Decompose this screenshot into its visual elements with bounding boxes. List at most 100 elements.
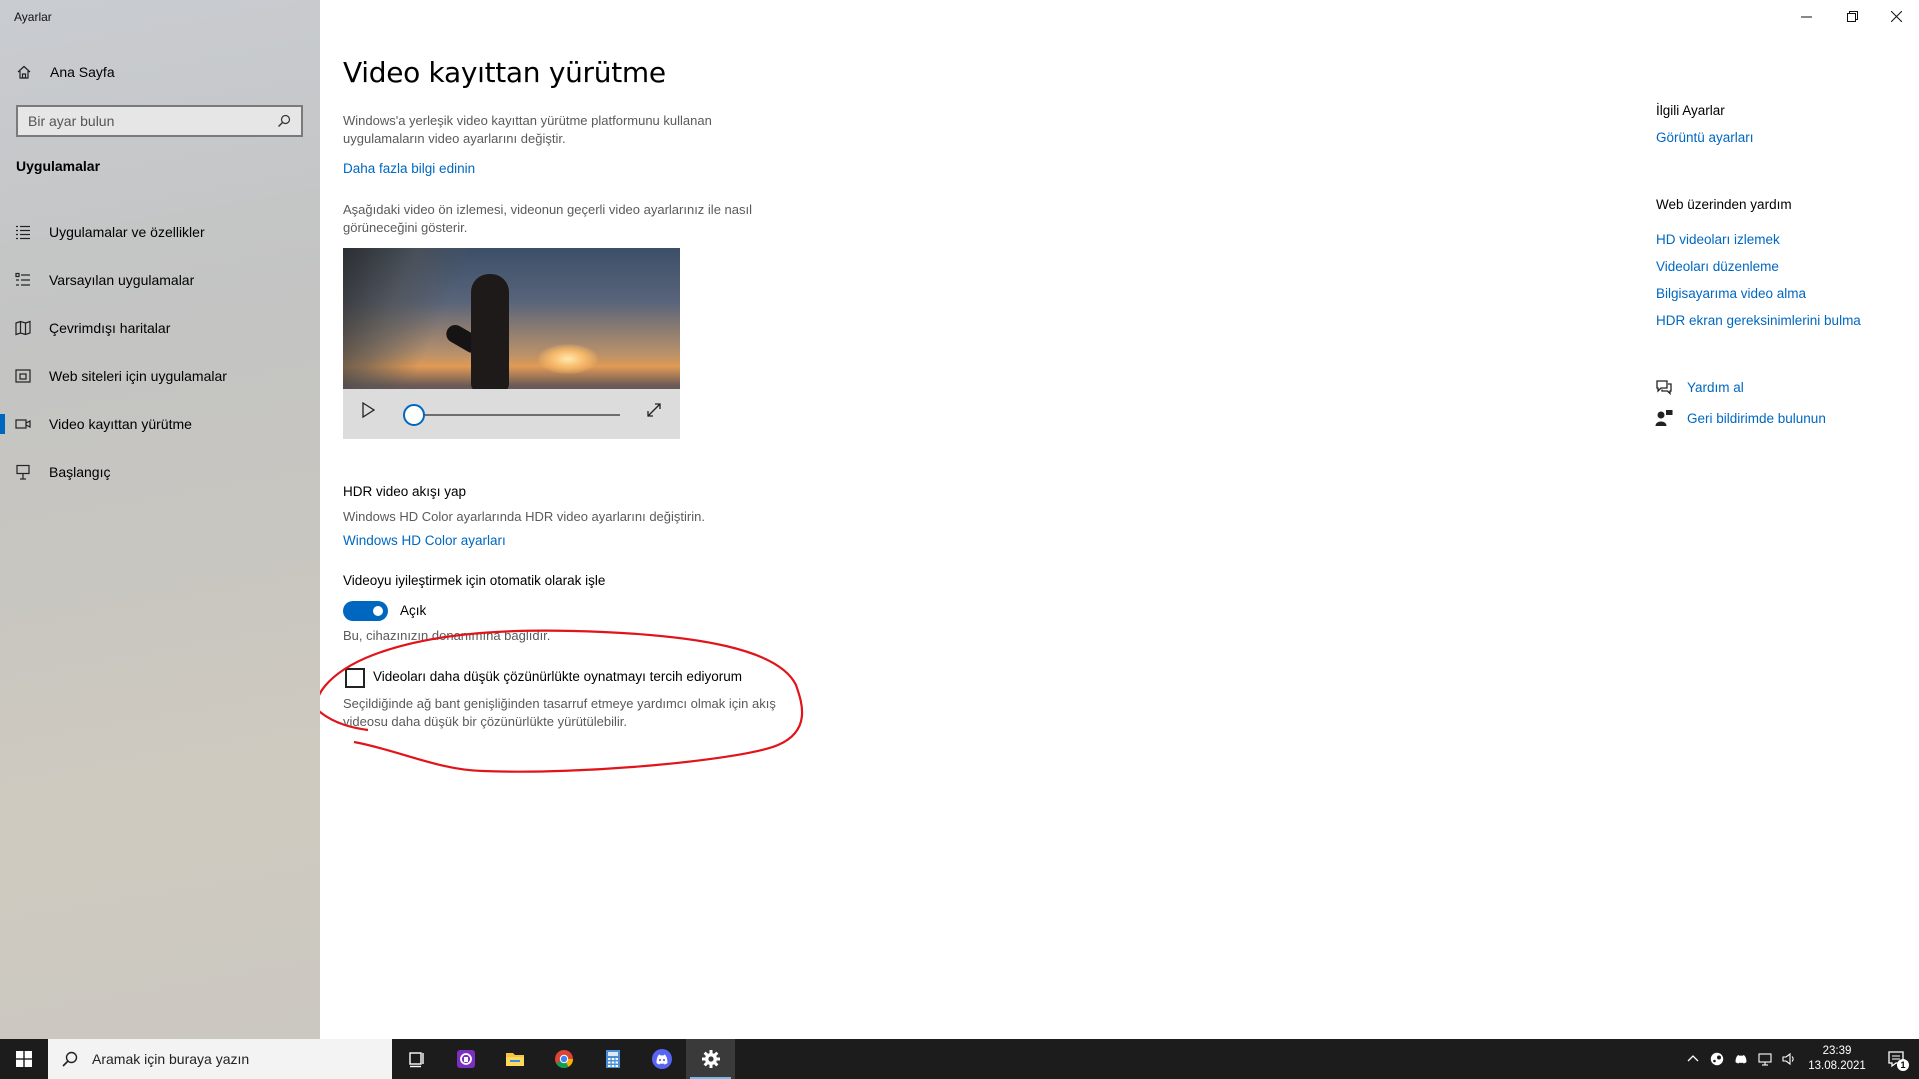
taskbar-chrome[interactable] <box>539 1039 588 1079</box>
intro-text: Windows'a yerleşik video kayıttan yürütm… <box>343 113 712 146</box>
web-help-link-edit[interactable]: Videoları düzenleme <box>1656 259 1779 274</box>
purple-app-icon <box>456 1050 475 1068</box>
volume-tray-button[interactable] <box>1777 1039 1801 1079</box>
web-help-link-hd[interactable]: HD videoları izlemek <box>1656 232 1780 247</box>
app-title: Ayarlar <box>14 10 52 24</box>
sidebar-item-label: Çevrimdışı haritalar <box>49 320 171 336</box>
taskbar-file-explorer[interactable] <box>490 1039 539 1079</box>
feedback-label: Geri bildirimde bulunun <box>1687 410 1826 426</box>
offline-maps-icon <box>15 320 31 336</box>
home-icon <box>17 65 31 79</box>
feedback-icon <box>1655 410 1673 426</box>
show-hidden-icons-button[interactable] <box>1681 1039 1705 1079</box>
sidebar-nav: Uygulamalar ve özellikler Varsayılan uyg… <box>0 208 320 496</box>
hdr-description: Windows HD Color ayarlarında HDR video a… <box>343 509 705 524</box>
sidebar-item-label: Varsayılan uygulamalar <box>49 272 195 288</box>
task-view-icon <box>408 1052 424 1068</box>
discord-tray-button[interactable] <box>1729 1039 1753 1079</box>
home-link[interactable]: Ana Sayfa <box>16 64 115 80</box>
preview-description: Aşağıdaki video ön izlemesi, videonun ge… <box>343 202 752 235</box>
system-tray: 23:39 13.08.2021 1 <box>1681 1039 1919 1079</box>
discord-tray-icon <box>1735 1055 1747 1064</box>
get-help-link[interactable]: Yardım al <box>1655 378 1744 396</box>
default-apps-icon <box>15 272 30 286</box>
page-title: Video kayıttan yürütme <box>343 56 666 89</box>
taskbar-settings[interactable] <box>686 1039 735 1079</box>
feedback-link[interactable]: Geri bildirimde bulunun <box>1655 409 1826 427</box>
video-preview <box>343 248 680 439</box>
search-icon <box>278 114 291 127</box>
sidebar-item-label: Web siteleri için uygulamalar <box>49 368 227 384</box>
taskbar-search-box[interactable]: Aramak için buraya yazın <box>48 1039 392 1079</box>
steam-icon <box>1710 1052 1724 1066</box>
calculator-icon <box>605 1050 620 1068</box>
toggle-knob <box>373 606 383 616</box>
low-resolution-label[interactable]: Videoları daha düşük çözünürlükte oynatm… <box>373 669 742 684</box>
video-controls <box>343 389 680 439</box>
main-content: Video kayıttan yürütme Windows'a yerleşi… <box>320 0 1919 1039</box>
video-playback-icon <box>15 419 31 429</box>
search-icon <box>62 1051 78 1067</box>
action-center-button[interactable]: 1 <box>1873 1039 1919 1079</box>
taskbar-clock[interactable]: 23:39 13.08.2021 <box>1801 1044 1873 1074</box>
hdr-settings-link[interactable]: Windows HD Color ayarları <box>343 533 506 548</box>
task-view-button[interactable] <box>392 1039 441 1079</box>
sidebar-item-video-playback[interactable]: Video kayıttan yürütme <box>0 400 320 448</box>
clock-date: 13.08.2021 <box>1808 1060 1866 1072</box>
sidebar-item-label: Uygulamalar ve özellikler <box>49 224 205 240</box>
apps-list-icon <box>16 225 30 240</box>
section-title: Uygulamalar <box>16 158 101 174</box>
play-icon[interactable] <box>361 402 375 418</box>
chrome-icon <box>554 1050 573 1069</box>
sidebar-item-label: Video kayıttan yürütme <box>49 416 192 432</box>
sidebar-item-apps-features[interactable]: Uygulamalar ve özellikler <box>0 208 320 256</box>
sidebar-item-web-apps[interactable]: Web siteleri için uygulamalar <box>0 352 320 400</box>
web-help-link-import[interactable]: Bilgisayarıma video alma <box>1656 286 1806 301</box>
windows-logo-icon <box>16 1051 32 1067</box>
web-apps-icon <box>15 369 31 383</box>
start-button[interactable] <box>0 1039 48 1079</box>
toggle-state-label: Açık <box>400 603 427 618</box>
low-resolution-description: Seçildiğinde ağ bant genişliğinden tasar… <box>343 696 776 729</box>
taskbar-app-purple[interactable] <box>441 1039 490 1079</box>
discord-icon <box>651 1049 672 1069</box>
restore-icon <box>1846 10 1858 22</box>
gear-icon <box>701 1050 720 1068</box>
display-settings-link[interactable]: Görüntü ayarları <box>1656 130 1754 145</box>
sidebar: Ayarlar Ana Sayfa Bir ayar bulun Uygulam… <box>0 0 320 1039</box>
close-button[interactable] <box>1873 0 1919 32</box>
speaker-icon <box>1782 1052 1794 1066</box>
learn-more-link[interactable]: Daha fazla bilgi edinin <box>343 161 475 176</box>
home-label: Ana Sayfa <box>50 64 115 80</box>
fullscreen-icon[interactable] <box>646 402 662 418</box>
taskbar-search-placeholder: Aramak için buraya yazın <box>92 1051 250 1067</box>
network-tray-button[interactable] <box>1753 1039 1777 1079</box>
sidebar-item-startup[interactable]: Başlangıç <box>0 448 320 496</box>
get-help-label: Yardım al <box>1687 379 1744 395</box>
sidebar-item-offline-maps[interactable]: Çevrimdışı haritalar <box>0 304 320 352</box>
clock-time: 23:39 <box>1822 1045 1852 1057</box>
restore-button[interactable] <box>1829 0 1875 32</box>
auto-process-toggle[interactable] <box>343 601 388 621</box>
seek-track[interactable] <box>415 414 620 416</box>
minimize-icon <box>1800 16 1812 17</box>
web-help-title: Web üzerinden yardım <box>1656 197 1792 212</box>
search-placeholder: Bir ayar bulun <box>28 113 115 129</box>
seek-thumb[interactable] <box>403 404 425 426</box>
minimize-button[interactable] <box>1783 0 1829 32</box>
sidebar-item-default-apps[interactable]: Varsayılan uygulamalar <box>0 256 320 304</box>
startup-icon <box>16 464 30 480</box>
taskbar-discord[interactable] <box>637 1039 686 1079</box>
chevron-up-icon <box>1687 1055 1699 1062</box>
settings-search-input[interactable]: Bir ayar bulun <box>16 105 303 137</box>
steam-tray-button[interactable] <box>1705 1039 1729 1079</box>
help-chat-icon <box>1656 380 1672 396</box>
notification-count-badge: 1 <box>1897 1059 1909 1071</box>
related-settings-title: İlgili Ayarlar <box>1656 103 1725 118</box>
taskbar-calculator[interactable] <box>588 1039 637 1079</box>
folder-icon <box>505 1053 524 1066</box>
web-help-link-hdr[interactable]: HDR ekran gereksinimlerini bulma <box>1656 313 1861 328</box>
hardware-note: Bu, cihazınızın donanımına bağlıdır. <box>343 628 551 643</box>
auto-process-title: Videoyu iyileştirmek için otomatik olara… <box>343 573 606 588</box>
low-resolution-checkbox[interactable] <box>345 668 365 688</box>
